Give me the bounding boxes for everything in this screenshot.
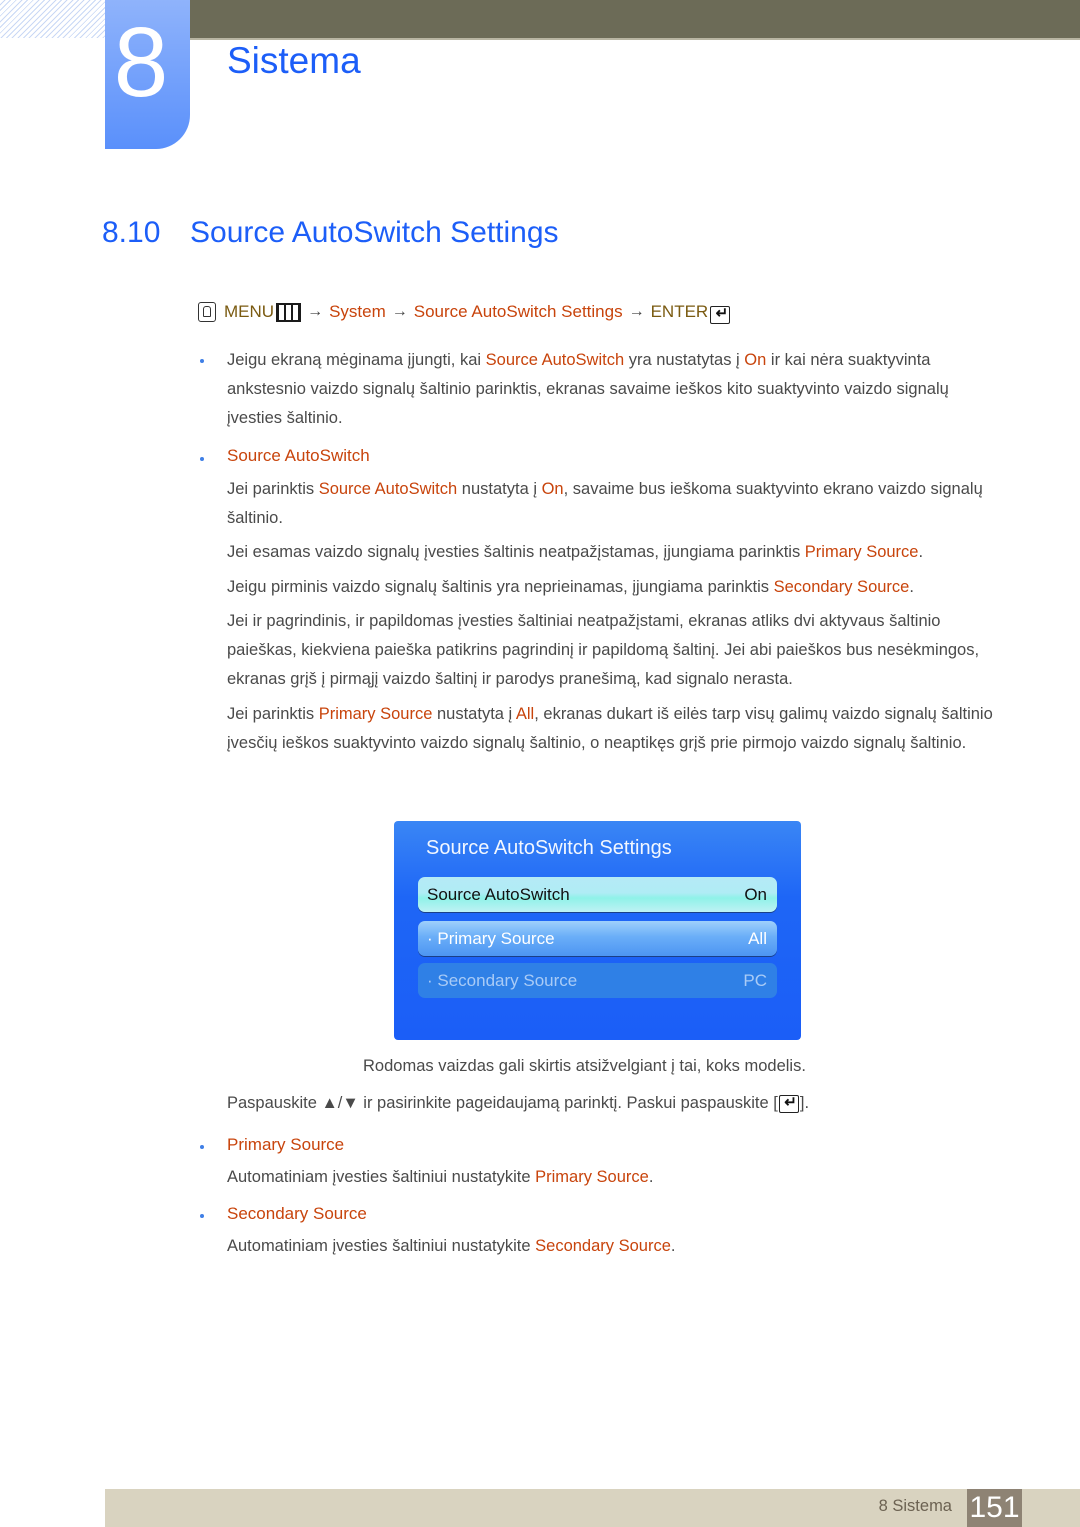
primary-source-heading: Primary Source — [227, 1135, 345, 1154]
chapter-title: Sistema — [227, 40, 361, 81]
highlight: Source AutoSwitch — [318, 480, 458, 498]
osd-row-value: On — [744, 884, 767, 904]
highlight: All — [515, 705, 535, 723]
osd-row-primary-source[interactable]: · Primary Source All — [418, 921, 777, 956]
section-number: 8.10 — [102, 216, 161, 249]
highlight: Secondary Source — [773, 578, 910, 596]
osd-row-label: · Primary Source — [427, 928, 555, 948]
source-autoswitch-heading: Source AutoSwitch — [227, 446, 370, 465]
sas-paragraph-5: Jei parinktis Primary Source nustatyta į… — [227, 700, 1007, 758]
chapter-tab: 8 — [105, 0, 190, 149]
top-bar — [190, 0, 1080, 40]
page-footer: 8 Sistema 151 — [105, 1489, 1080, 1527]
osd-row-label: Source AutoSwitch — [427, 884, 570, 904]
text: . — [909, 578, 914, 596]
text: nustatyta į — [432, 705, 516, 723]
sas-paragraph-1: Jei parinktis Source AutoSwitch nustatyt… — [227, 475, 1007, 533]
enter-icon — [710, 304, 731, 324]
secondary-source-heading: Secondary Source — [227, 1204, 367, 1223]
footer-chapter-label: 8 Sistema — [878, 1497, 952, 1515]
page-number: 151 — [967, 1489, 1022, 1527]
text: Jei parinktis — [227, 480, 319, 498]
osd-row-value: PC — [743, 970, 767, 990]
bullet-icon — [200, 1214, 204, 1218]
text: nustatyta į — [457, 480, 542, 498]
text: yra nustatytas į — [624, 351, 745, 369]
secondary-source-paragraph: Automatiniam įvesties šaltiniui nustatyk… — [227, 1232, 1007, 1261]
arrow-icon: → — [307, 303, 324, 320]
instruction-text: Paspauskite ▲/▼ ir pasirinkite pageidauj… — [227, 1093, 810, 1113]
section-title: 8.10 Source AutoSwitch Settings — [102, 216, 559, 250]
osd-title: Source AutoSwitch Settings — [426, 837, 672, 859]
enter-icon — [778, 1093, 799, 1113]
menu-label: MENU — [224, 302, 275, 321]
highlight: Source AutoSwitch — [485, 351, 625, 369]
highlight: Primary Source — [535, 1168, 649, 1186]
osd-panel: Source AutoSwitch Settings Source AutoSw… — [394, 821, 801, 1040]
text: Jeigu pirminis vaizdo signalų šaltinis y… — [227, 578, 774, 596]
menu-path-system: System — [329, 302, 386, 321]
section-title-text: Source AutoSwitch Settings — [190, 216, 559, 249]
text: Jeigu ekraną mėginama įjungti, kai — [227, 351, 486, 369]
intro-paragraph: Jeigu ekraną mėginama įjungti, kai Sourc… — [227, 346, 1007, 433]
menu-path: MENU → System → Source AutoSwitch Settin… — [198, 302, 731, 324]
primary-source-paragraph: Automatiniam įvesties šaltiniui nustatyk… — [227, 1163, 1007, 1192]
sas-paragraph-3: Jeigu pirminis vaizdo signalų šaltinis y… — [227, 573, 1007, 602]
sas-paragraph-4: Jei ir pagrindinis, ir papildomas įvesti… — [227, 612, 980, 688]
bullet-icon — [200, 1145, 204, 1149]
text: Automatiniam įvesties šaltiniui nustatyk… — [227, 1168, 536, 1186]
text: . — [670, 1237, 676, 1255]
highlight: Secondary Source — [535, 1237, 671, 1255]
arrow-icon: → — [628, 303, 645, 320]
osd-row-label: · Secondary Source — [427, 970, 578, 990]
text: Jei esamas vaizdo signalų įvesties šalti… — [227, 543, 805, 561]
menu-icon — [276, 302, 302, 322]
sas-paragraph-2: Jei esamas vaizdo signalų įvesties šalti… — [227, 538, 1007, 567]
text: . — [918, 543, 924, 561]
osd-row-source-autoswitch[interactable]: Source AutoSwitch On — [418, 877, 777, 912]
decorative-hatch — [0, 0, 105, 38]
arrow-icon: → — [391, 303, 408, 320]
image-caption: Rodomas vaizdas gali skirtis atsižvelgia… — [363, 1057, 806, 1075]
highlight: Primary Source — [318, 705, 433, 723]
highlight: On — [541, 480, 564, 498]
enter-label: ENTER — [650, 302, 709, 321]
bullet-icon — [200, 359, 204, 363]
text: . — [648, 1168, 654, 1186]
hand-remote-icon — [198, 302, 216, 322]
highlight: On — [744, 351, 767, 369]
highlight: Primary Source — [804, 543, 919, 561]
menu-path-page: Source AutoSwitch Settings — [413, 302, 623, 321]
text: ]. — [799, 1094, 810, 1112]
text: Paspauskite ▲/▼ ir pasirinkite pageidauj… — [227, 1094, 778, 1112]
text: Automatiniam įvesties šaltiniui nustatyk… — [227, 1237, 536, 1255]
chapter-number: 8 — [113, 7, 169, 117]
osd-row-secondary-source: · Secondary Source PC — [418, 963, 777, 998]
osd-row-value: All — [748, 928, 767, 948]
bullet-icon — [200, 457, 204, 461]
text: Jei parinktis — [227, 705, 319, 723]
